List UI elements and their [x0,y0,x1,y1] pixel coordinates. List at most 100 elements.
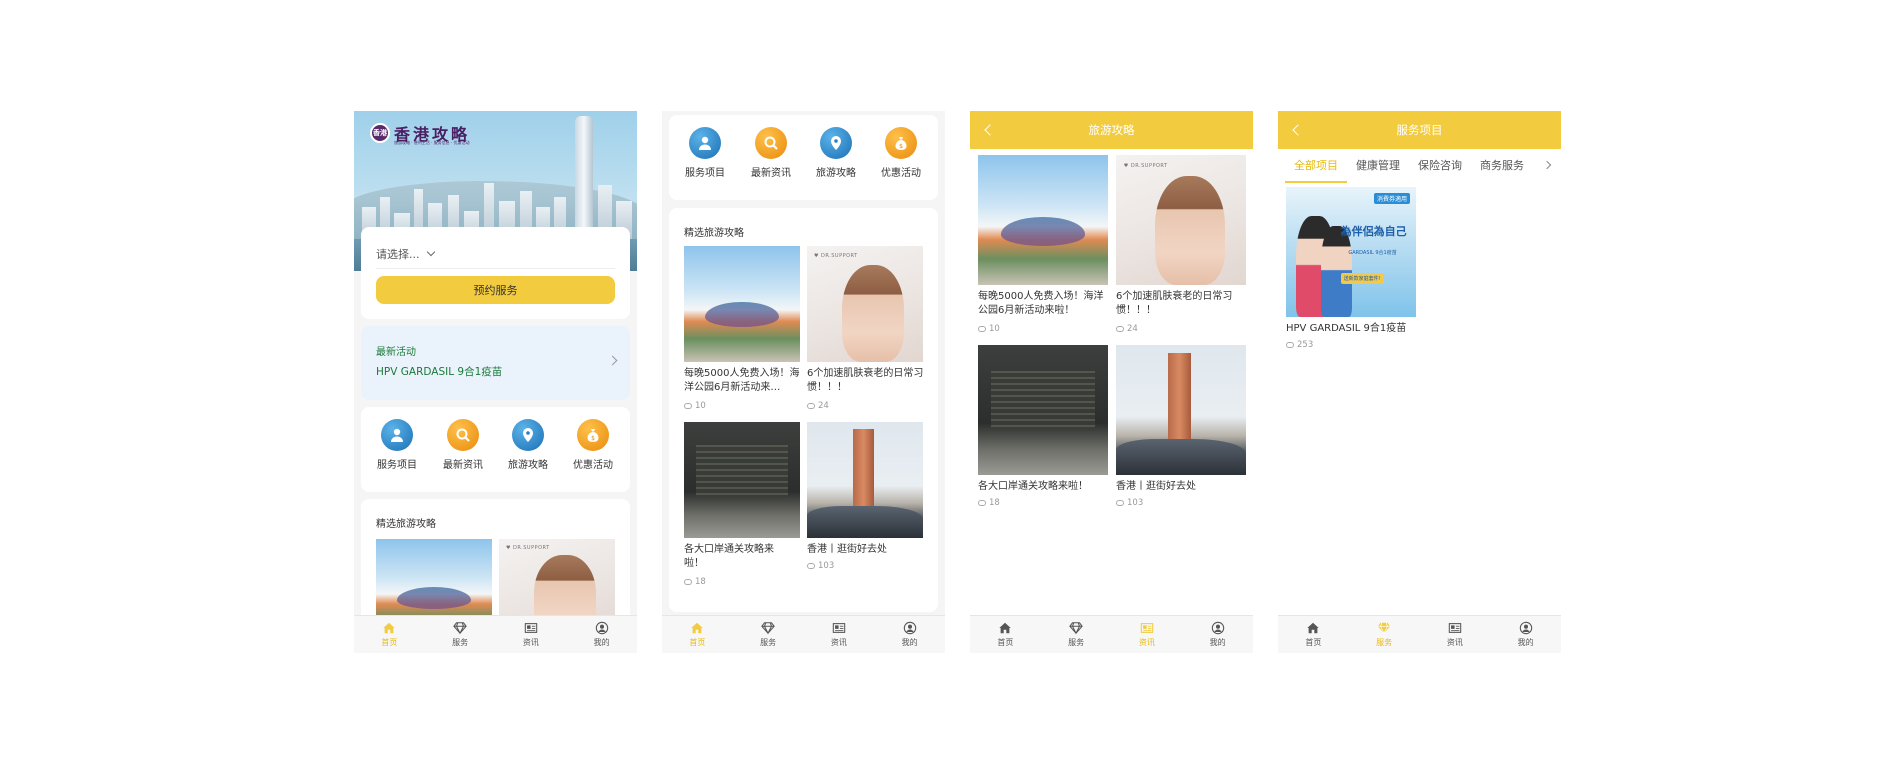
tab-mine[interactable]: 我的 [1490,616,1561,653]
page-title: 旅游攻略 [1088,123,1135,137]
tab-service[interactable]: 服务 [733,616,804,653]
user-icon [1211,621,1224,635]
quick-nav: 服务项目 最新资讯 旅游攻略 $ 优惠活动 [361,407,630,492]
article-title[interactable]: 香港丨逛街好去处 [1116,480,1248,494]
article-title[interactable]: 每晚5000人免费入场！海洋公园6月新活动来… [684,367,802,395]
tab-service[interactable]: 服务 [425,616,496,653]
article-image[interactable] [684,422,800,538]
phone-home-scrolled: 服务项目 最新资讯 旅游攻略 $ 优惠活动 精选旅游攻略 每晚5000人免费入场… [662,111,945,653]
nav-travel-guide[interactable]: 旅游攻略 [496,419,560,471]
activity-title: 最新活动 [376,347,416,358]
comment-count-value: 10 [989,324,1000,334]
comment-count-value: 18 [695,577,706,587]
article-image[interactable] [684,246,800,362]
category-tabs: 全部项目 健康管理 保险咨询 商务服务 [1278,149,1561,183]
comment-icon [1116,326,1124,332]
tab-label: 服务 [452,638,469,647]
nav-latest-news[interactable]: 最新资讯 [431,419,495,471]
nav-label: 优惠活动 [573,460,613,471]
phone-travel-guide: 旅游攻略 每晚5000人免费入场！海洋公园6月新活动来啦！ 10 6个加速肌肤衰… [970,111,1253,653]
tab-label: 我的 [901,638,918,647]
ifc-tower [575,116,593,241]
comment-icon [978,500,986,506]
nav-latest-news[interactable]: 最新资讯 [739,127,803,179]
article-image[interactable] [1116,345,1246,475]
diamond-icon [453,622,467,635]
tab-insurance[interactable]: 保险咨询 [1409,149,1471,183]
nav-service-items[interactable]: 服务项目 [673,127,737,179]
comment-count-value: 103 [818,561,835,571]
home-icon [691,622,704,634]
nav-label: 优惠活动 [881,168,921,179]
tab-health[interactable]: 健康管理 [1347,149,1409,183]
comment-count-value: 253 [1297,340,1314,350]
comment-count: 253 [1286,340,1313,350]
tab-label: 服务 [760,638,777,647]
comment-icon [978,326,986,332]
tab-service[interactable]: 服务 [1349,616,1420,653]
ad-banner: 送新款家庭套件! [1340,272,1384,284]
tab-home[interactable]: 首页 [1278,616,1349,653]
comment-count-value: 18 [989,498,1000,508]
tab-news[interactable]: 资讯 [1420,616,1491,653]
latest-activity-card[interactable]: 最新活动 HPV GARDASIL 9合1疫苗 [361,326,630,400]
news-icon [1140,623,1154,633]
app-subtitle: 旅游攻略 · 便利生活 · 服务信息 · 优惠活动 [394,140,470,145]
nav-travel-guide[interactable]: 旅游攻略 [804,127,868,179]
article-title[interactable]: 6个加速肌肤衰老的日常习惯！！！ [1116,290,1248,318]
tab-label: 资讯 [522,638,539,647]
nav-promotions[interactable]: $ 优惠活动 [869,127,933,179]
article-title[interactable]: 各大口岸通关攻略来啦！ [684,543,784,571]
tab-service[interactable]: 服务 [1041,616,1112,653]
article-image[interactable] [1116,155,1246,285]
tab-bar: 首页 服务 资讯 我的 [354,615,637,653]
tab-mine[interactable]: 我的 [566,616,637,653]
article-title[interactable]: 6个加速肌肤衰老的日常习惯！！！ [807,367,925,395]
tab-label: 首页 [381,638,398,647]
book-service-button[interactable]: 预约服务 [376,276,615,304]
article-image[interactable] [807,246,923,362]
tab-business[interactable]: 商务服务 [1471,149,1533,183]
money-bag-icon: $ [885,127,917,159]
article-image[interactable] [978,155,1108,285]
phone-home: 香港 香港攻略 旅游攻略 · 便利生活 · 服务信息 · 优惠活动 请选择...… [354,111,637,653]
article-image[interactable] [807,422,923,538]
tab-all-items[interactable]: 全部项目 [1285,149,1347,183]
nav-label: 服务项目 [377,460,417,471]
service-image[interactable]: 消費券適用 為伴侶為自己 GARDASIL 9合1疫苗 送新款家庭套件! [1286,187,1416,317]
location-pin-icon [512,419,544,451]
tab-mine[interactable]: 我的 [1182,616,1253,653]
top-bar: 旅游攻略 [970,111,1253,149]
service-select-value: 请选择... [376,247,420,261]
nav-label: 旅游攻略 [508,460,548,471]
comment-count: 18 [978,498,1000,508]
page-title: 服务项目 [1396,123,1443,137]
comment-count-value: 24 [818,401,829,411]
home-icon [383,622,396,634]
comment-count: 18 [684,577,706,587]
comment-count: 24 [807,401,829,411]
article-image[interactable] [978,345,1108,475]
tab-news[interactable]: 资讯 [1112,616,1183,653]
top-bar: 服务项目 [1278,111,1561,149]
tab-news[interactable]: 资讯 [496,616,567,653]
service-select[interactable]: 请选择... [376,239,615,269]
article-title[interactable]: 香港丨逛街好去处 [807,543,925,557]
service-title[interactable]: HPV GARDASIL 9合1疫苗 [1286,322,1446,336]
tab-home[interactable]: 首页 [662,616,733,653]
search-icon [447,419,479,451]
nav-service-items[interactable]: 服务项目 [365,419,429,471]
nav-label: 最新资讯 [751,168,791,179]
tab-news[interactable]: 资讯 [804,616,875,653]
tab-home[interactable]: 首页 [970,616,1041,653]
home-icon [999,622,1012,634]
article-title[interactable]: 每晚5000人免费入场！海洋公园6月新活动来啦！ [978,290,1110,318]
money-bag-icon: $ [577,419,609,451]
tab-label: 我的 [593,638,610,647]
tab-home[interactable]: 首页 [354,616,425,653]
nav-promotions[interactable]: $ 优惠活动 [561,419,625,471]
chevron-down-icon [426,247,435,257]
tab-mine[interactable]: 我的 [874,616,945,653]
comment-count: 103 [807,561,834,571]
article-title[interactable]: 各大口岸通关攻略来啦！ [978,480,1110,494]
